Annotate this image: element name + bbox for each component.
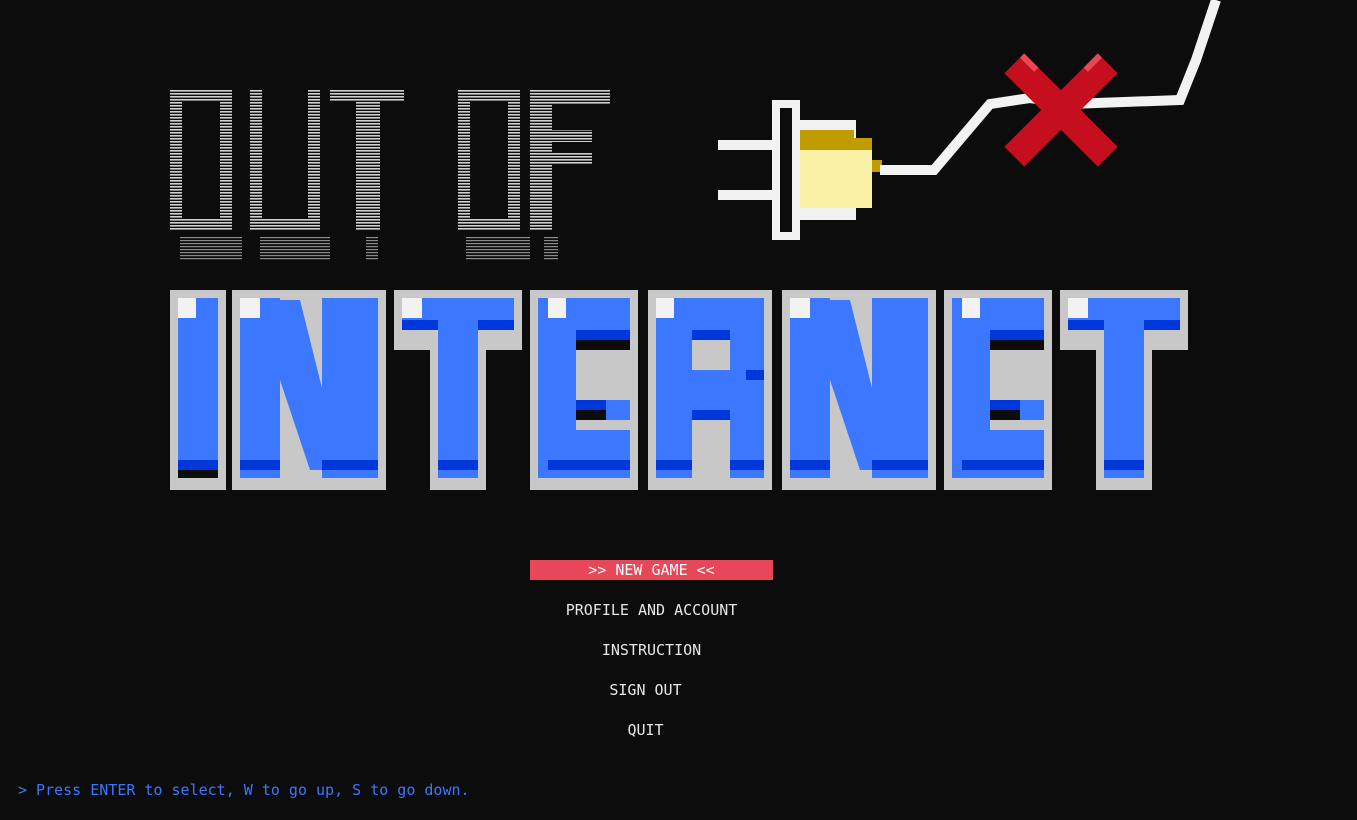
letter-t-2 xyxy=(394,290,522,490)
letter-e-2 xyxy=(944,290,1052,490)
letter-u xyxy=(250,90,330,260)
letter-o xyxy=(170,90,242,260)
letter-e xyxy=(530,290,638,490)
letter-r xyxy=(648,290,772,490)
game-title-logo xyxy=(170,0,1221,490)
letter-i xyxy=(170,290,226,490)
title-line-out-of xyxy=(170,90,610,260)
menu-item-instruction[interactable]: INSTRUCTION xyxy=(530,640,773,660)
letter-t-3 xyxy=(1060,290,1188,490)
title-line-internet xyxy=(170,290,1188,490)
red-cross-icon xyxy=(1004,53,1118,167)
letter-f xyxy=(530,90,610,260)
menu-item-profile-and-account[interactable]: PROFILE AND ACCOUNT xyxy=(530,600,773,620)
letter-t xyxy=(330,90,404,260)
unplugged-plug-icon xyxy=(718,0,1221,240)
menu-item-sign-out[interactable]: SIGN OUT xyxy=(524,680,767,700)
menu-item-quit[interactable]: QUIT xyxy=(524,720,767,740)
letter-o-2 xyxy=(458,90,530,260)
letter-n xyxy=(232,290,386,490)
controls-hint: > Press ENTER to select, W to go up, S t… xyxy=(18,781,470,799)
letter-n-2 xyxy=(782,290,936,490)
menu-item-new-game[interactable]: >> NEW GAME << xyxy=(530,560,773,580)
